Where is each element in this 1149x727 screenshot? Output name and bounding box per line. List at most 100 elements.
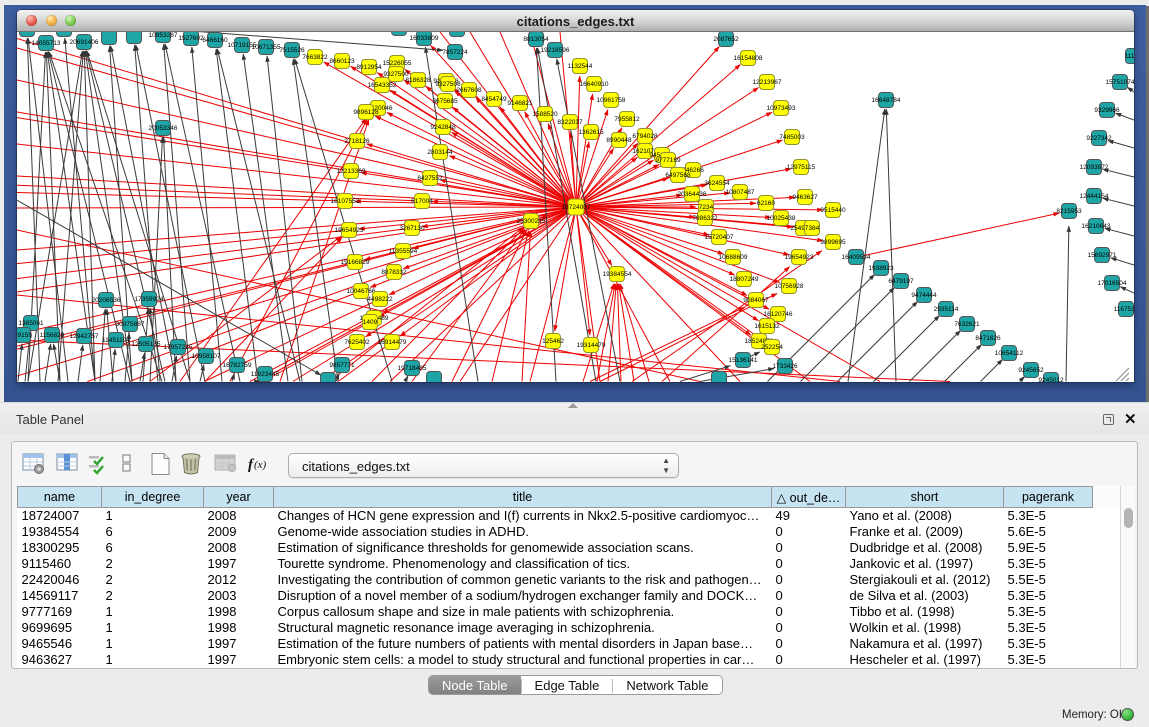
svg-text:11451194: 11451194 (102, 337, 130, 344)
svg-text:12093872: 12093872 (1080, 164, 1109, 171)
svg-text:7632621: 7632621 (954, 321, 980, 328)
svg-text:10853287: 10853287 (149, 32, 178, 39)
svg-text:16033809: 16033809 (410, 35, 439, 42)
svg-text:2087652: 2087652 (713, 36, 739, 43)
svg-text:11175: 11175 (1124, 53, 1134, 60)
svg-text:252254: 252254 (761, 344, 783, 351)
svg-text:12444154: 12444154 (1080, 193, 1109, 200)
svg-text:10756928: 10756928 (775, 283, 804, 290)
svg-text:18807249: 18807249 (730, 276, 759, 283)
svg-text:20053346: 20053346 (149, 125, 178, 132)
svg-text:19384554: 19384554 (603, 271, 632, 278)
svg-text:62160: 62160 (757, 200, 775, 207)
svg-text:7986322: 7986322 (692, 215, 718, 222)
svg-text:2803144: 2803144 (427, 149, 453, 156)
svg-text:12942757: 12942757 (70, 333, 99, 340)
svg-text:1938923: 1938923 (868, 265, 894, 272)
svg-text:9515440: 9515440 (820, 207, 846, 214)
svg-text:8990448: 8990448 (606, 137, 632, 144)
svg-text:20691406: 20691406 (70, 39, 99, 46)
svg-text:15136141: 15136141 (729, 357, 758, 364)
svg-text:19166829: 19166829 (341, 259, 370, 266)
svg-text:30975887: 30975887 (116, 321, 145, 328)
svg-text:12505135: 12505135 (132, 341, 161, 348)
svg-text:19654923: 19654923 (335, 227, 364, 234)
svg-text:7955812: 7955812 (614, 116, 640, 123)
svg-text:39159: 39159 (17, 332, 32, 339)
svg-text:8878332: 8878332 (381, 269, 407, 276)
svg-text:12213369: 12213369 (337, 168, 366, 175)
svg-text:10025438: 10025438 (767, 215, 796, 222)
svg-text:6497568: 6497568 (665, 172, 691, 179)
svg-text:7663822: 7663822 (302, 54, 328, 61)
svg-text:1733426: 1733426 (772, 363, 798, 370)
svg-text:12975115: 12975115 (787, 164, 816, 171)
svg-text:9777169: 9777169 (655, 157, 681, 164)
svg-text:19314479: 19314479 (577, 342, 606, 349)
svg-text:2667608: 2667608 (456, 87, 482, 94)
svg-text:10654112: 10654112 (995, 350, 1024, 357)
svg-text:10961758: 10961758 (597, 97, 626, 104)
svg-text:7857224: 7857224 (442, 49, 468, 56)
svg-text:17016504: 17016504 (1098, 280, 1127, 287)
svg-text:9463627: 9463627 (792, 194, 818, 201)
svg-text:2935114: 2935114 (934, 306, 959, 313)
svg-text:7384: 7384 (805, 225, 820, 232)
svg-text:17359924: 17359924 (135, 296, 164, 303)
svg-text:8471626: 8471626 (975, 335, 1001, 342)
svg-text:10046766: 10046766 (347, 288, 376, 295)
svg-text:1385061: 1385061 (18, 320, 44, 327)
svg-text:1167533: 1167533 (1114, 306, 1134, 313)
svg-text:9474444: 9474444 (911, 292, 937, 299)
svg-text:1409: 1409 (363, 319, 378, 326)
svg-text:17957225: 17957225 (164, 344, 193, 351)
svg-text:15226055: 15226055 (383, 60, 412, 67)
svg-text:1527602: 1527602 (178, 35, 204, 42)
svg-text:125462: 125462 (542, 338, 564, 345)
svg-text:7234: 7234 (699, 204, 714, 211)
svg-text:10973493: 10973493 (767, 105, 796, 112)
svg-text:10688609: 10688609 (719, 254, 748, 261)
svg-text:10671355: 10671355 (252, 44, 281, 51)
svg-text:8186328: 8186328 (405, 77, 431, 84)
svg-text:1132544: 1132544 (568, 63, 593, 70)
svg-text:3675685: 3675685 (432, 98, 458, 105)
svg-text:7485003: 7485003 (779, 134, 805, 141)
svg-text:10958107: 10958107 (192, 353, 221, 360)
svg-text:6794028: 6794028 (632, 133, 658, 140)
svg-text:9242848: 9242848 (430, 124, 456, 131)
svg-text:16409534: 16409534 (842, 254, 871, 261)
svg-text:8912954: 8912954 (356, 64, 382, 71)
svg-text:3267130: 3267130 (399, 225, 425, 232)
svg-text:20206536: 20206536 (92, 297, 121, 304)
svg-text:16120746: 16120746 (764, 311, 793, 318)
svg-text:16107553: 16107553 (331, 198, 360, 205)
svg-text:12213967: 12213967 (753, 79, 782, 86)
svg-text:11355594: 11355594 (389, 248, 418, 255)
svg-text:10807487: 10807487 (726, 189, 755, 196)
svg-text:(x): (x) (254, 459, 267, 471)
svg-text:15751074: 15751074 (1106, 79, 1134, 86)
svg-text:16543352: 16543352 (368, 82, 397, 89)
svg-text:16154808: 16154808 (734, 55, 763, 62)
svg-text:20364436: 20364436 (678, 191, 707, 198)
svg-text:7515526: 7515526 (279, 47, 305, 54)
svg-text:11923445: 11923445 (251, 371, 280, 378)
svg-text:18724007: 18724007 (562, 204, 591, 211)
svg-text:7625402: 7625402 (344, 339, 370, 346)
svg-text:19654923: 19654923 (785, 254, 814, 261)
svg-text:1615132: 1615132 (754, 323, 780, 330)
svg-text:14055713: 14055713 (32, 40, 61, 47)
svg-text:9146821: 9146821 (507, 100, 533, 107)
svg-text:617004: 617004 (411, 198, 433, 205)
svg-text:1362615: 1362615 (578, 129, 604, 136)
svg-text:19718485: 19718485 (398, 365, 427, 372)
svg-text:8322037: 8322037 (557, 119, 583, 126)
svg-text:15720407: 15720407 (705, 234, 734, 241)
svg-text:9896128: 9896128 (353, 109, 379, 116)
svg-text:9857771: 9857771 (329, 362, 355, 369)
svg-text:25300215: 25300215 (517, 218, 546, 225)
svg-text:16210643: 16210643 (1082, 223, 1111, 230)
svg-text:8427552: 8427552 (417, 175, 443, 182)
svg-text:19218596: 19218596 (541, 47, 570, 54)
